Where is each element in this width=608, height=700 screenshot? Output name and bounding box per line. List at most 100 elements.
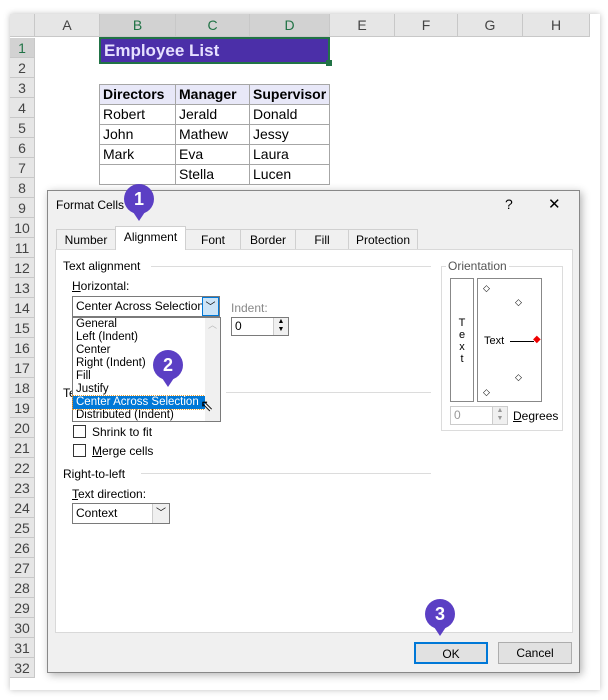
table-header-cell[interactable]: Supervisor xyxy=(249,84,330,105)
option-item[interactable]: Right (Indent) xyxy=(73,357,205,370)
column-header-F[interactable]: F xyxy=(395,14,458,37)
row-header-24[interactable]: 24 xyxy=(10,498,35,518)
row-header-22[interactable]: 22 xyxy=(10,458,35,478)
indent-spinner[interactable]: 0 ▲ ▼ xyxy=(231,317,289,336)
tab-border[interactable]: Border xyxy=(240,229,296,250)
degrees-value: 0 xyxy=(454,408,461,422)
indent-label: Indent: xyxy=(231,301,268,315)
table-cell[interactable]: Robert xyxy=(99,104,176,125)
row-header-12[interactable]: 12 xyxy=(10,258,35,278)
row-header-6[interactable]: 6 xyxy=(10,138,35,158)
row-header-1[interactable]: 1 xyxy=(10,38,35,58)
fill-handle[interactable] xyxy=(326,60,332,66)
tab-number[interactable]: Number xyxy=(56,229,116,250)
row-header-31[interactable]: 31 xyxy=(10,638,35,658)
option-item[interactable]: Left (Indent) xyxy=(73,331,205,344)
column-header-H[interactable]: H xyxy=(523,14,590,37)
row-header-11[interactable]: 11 xyxy=(10,238,35,258)
row-header-3[interactable]: 3 xyxy=(10,78,35,98)
column-header-A[interactable]: A xyxy=(35,14,100,37)
table-cell[interactable]: Lucen xyxy=(249,164,330,185)
row-header-9[interactable]: 9 xyxy=(10,198,35,218)
table-header-cell[interactable]: Directors xyxy=(99,84,176,105)
indent-value: 0 xyxy=(235,319,242,333)
row-header-5[interactable]: 5 xyxy=(10,118,35,138)
option-item[interactable]: Justify xyxy=(73,383,205,396)
table-cell[interactable]: Donald xyxy=(249,104,330,125)
option-item[interactable]: Center Across Selection xyxy=(72,395,206,410)
tab-alignment[interactable]: Alignment xyxy=(115,226,186,250)
row-header-15[interactable]: 15 xyxy=(10,318,35,338)
chevron-down-icon[interactable]: ﹀ xyxy=(152,504,169,523)
row-header-16[interactable]: 16 xyxy=(10,338,35,358)
column-header-E[interactable]: E xyxy=(330,14,395,37)
spinner-arrows-icon[interactable]: ▲ ▼ xyxy=(492,407,507,424)
format-cells-dialog: Format Cells ? ✕ Number Alignment Font Bord… xyxy=(47,190,580,673)
row-header-7[interactable]: 7 xyxy=(10,158,35,178)
table-cell[interactable] xyxy=(99,164,176,185)
row-header-23[interactable]: 23 xyxy=(10,478,35,498)
chevron-down-icon[interactable]: ﹀ xyxy=(202,297,219,316)
row-header-21[interactable]: 21 xyxy=(10,438,35,458)
row-header-4[interactable]: 4 xyxy=(10,98,35,118)
row-header-32[interactable]: 32 xyxy=(10,658,35,678)
horizontal-value: Center Across Selection xyxy=(76,299,205,313)
tab-fill[interactable]: Fill xyxy=(295,229,349,250)
row-header-17[interactable]: 17 xyxy=(10,358,35,378)
select-all-corner[interactable] xyxy=(10,14,35,37)
vertical-text-letter: t xyxy=(460,353,464,365)
cancel-button[interactable]: Cancel xyxy=(498,642,572,664)
close-button[interactable]: ✕ xyxy=(548,195,561,213)
vertical-text-letter: T xyxy=(458,317,466,329)
row-header-27[interactable]: 27 xyxy=(10,558,35,578)
text-direction-label: Text direction: xyxy=(72,487,147,501)
degrees-spinner[interactable]: 0 ▲ ▼ xyxy=(450,406,508,425)
row-header-19[interactable]: 19 xyxy=(10,398,35,418)
spinner-arrows-icon[interactable]: ▲ ▼ xyxy=(273,318,288,335)
text-alignment-heading: Text alignment xyxy=(63,259,141,273)
column-header-C[interactable]: C xyxy=(176,14,250,37)
table-cell[interactable]: Laura xyxy=(249,144,330,165)
table-cell[interactable]: Jessy xyxy=(249,124,330,145)
help-button[interactable]: ? xyxy=(505,196,513,212)
text-direction-select[interactable]: Context ﹀ xyxy=(72,503,170,524)
vertical-text-button[interactable]: Text xyxy=(450,278,474,402)
tab-protection[interactable]: Protection xyxy=(348,229,418,250)
row-header-28[interactable]: 28 xyxy=(10,578,35,598)
option-item[interactable]: Distributed (Indent) xyxy=(73,409,205,422)
table-cell[interactable]: Mark xyxy=(99,144,176,165)
row-header-10[interactable]: 10 xyxy=(10,218,35,238)
row-header-25[interactable]: 25 xyxy=(10,518,35,538)
row-header-30[interactable]: 30 xyxy=(10,618,35,638)
row-header-8[interactable]: 8 xyxy=(10,178,35,198)
row-header-29[interactable]: 29 xyxy=(10,598,35,618)
column-header-D[interactable]: D xyxy=(250,14,330,37)
table-header-cell[interactable]: Manager xyxy=(175,84,250,105)
title-cell[interactable]: Employee List xyxy=(101,39,328,62)
row-header-20[interactable]: 20 xyxy=(10,418,35,438)
column-header-G[interactable]: G xyxy=(458,14,523,37)
tab-font[interactable]: Font xyxy=(185,229,241,250)
row-header-14[interactable]: 14 xyxy=(10,298,35,318)
orientation-dial[interactable]: ◇ ◇ ◇ ◇ Text ◆ xyxy=(477,278,542,402)
row-header-26[interactable]: 26 xyxy=(10,538,35,558)
merge-checkbox[interactable] xyxy=(73,444,86,457)
ok-button[interactable]: OK xyxy=(414,642,488,664)
red-diamond-icon[interactable]: ◆ xyxy=(533,334,541,345)
row-header-2[interactable]: 2 xyxy=(10,58,35,78)
vertical-text-letter: e xyxy=(458,329,466,341)
diamond-icon: ◇ xyxy=(515,297,522,307)
option-item[interactable]: Fill xyxy=(73,370,205,383)
column-header-B[interactable]: B xyxy=(100,14,176,37)
table-cell[interactable]: Stella xyxy=(175,164,250,185)
table-cell[interactable]: John xyxy=(99,124,176,145)
row-header-13[interactable]: 13 xyxy=(10,278,35,298)
row-header-18[interactable]: 18 xyxy=(10,378,35,398)
option-item[interactable]: Center xyxy=(73,344,205,357)
horizontal-select[interactable]: Center Across Selection ﹀ xyxy=(72,296,220,317)
option-item[interactable]: General xyxy=(73,318,205,331)
table-cell[interactable]: Eva xyxy=(175,144,250,165)
table-cell[interactable]: Mathew xyxy=(175,124,250,145)
table-cell[interactable]: Jerald xyxy=(175,104,250,125)
shrink-checkbox[interactable] xyxy=(73,425,86,438)
